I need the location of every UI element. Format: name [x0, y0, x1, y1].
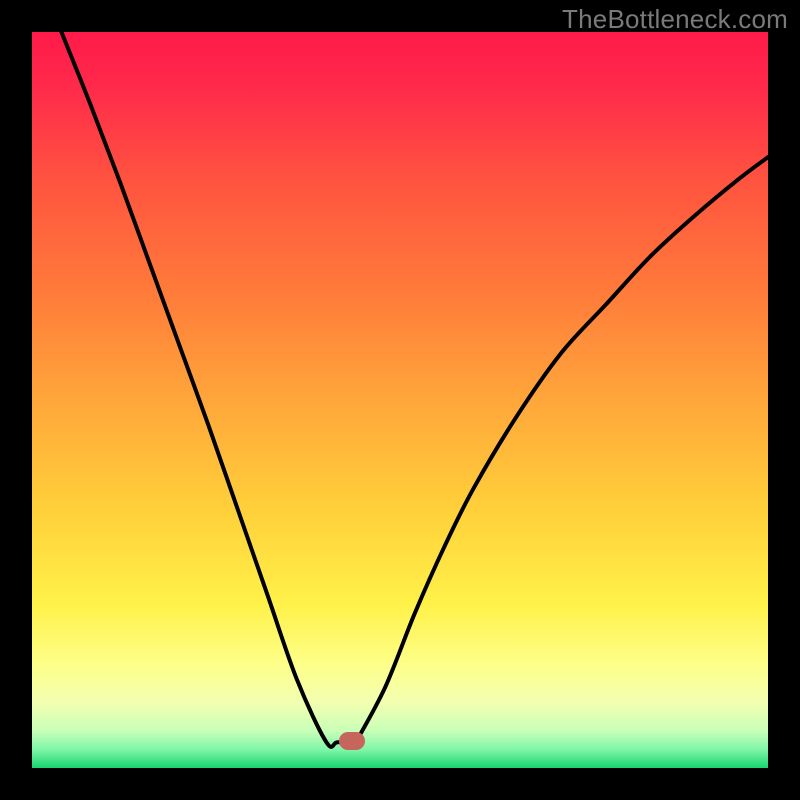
minimum-marker — [339, 732, 365, 750]
watermark-text: TheBottleneck.com — [562, 4, 788, 35]
outer-black-frame: TheBottleneck.com — [0, 0, 800, 800]
plot-area — [32, 32, 768, 768]
curve-left-branch — [61, 32, 355, 747]
curve-right-branch — [356, 157, 768, 742]
bottleneck-curve — [32, 32, 768, 768]
